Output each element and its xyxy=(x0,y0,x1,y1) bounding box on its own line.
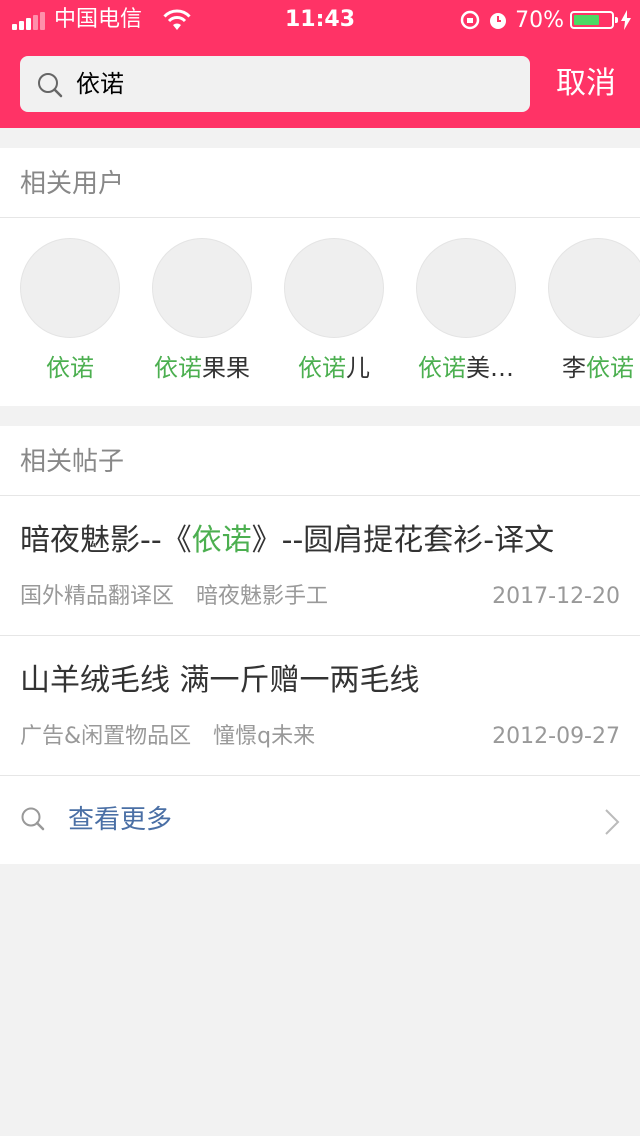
search-icon xyxy=(38,73,63,98)
post-date: 2017-12-20 xyxy=(492,584,620,609)
related-posts-section: 相关帖子 暗夜魅影--《依诺》--圆肩提花套衫-译文 国外精品翻译区 暗夜魅影手工… xyxy=(0,426,640,864)
user-item[interactable]: 依诺儿 xyxy=(264,238,404,384)
related-posts-title: 相关帖子 xyxy=(0,426,640,496)
post-date: 2012-09-27 xyxy=(492,724,620,749)
orientation-lock-icon xyxy=(460,10,480,30)
search-icon xyxy=(21,807,45,831)
charging-icon xyxy=(621,10,631,30)
view-more-label[interactable]: 查看更多 xyxy=(68,802,172,838)
header-bar: 中国电信 11:43 70% 依诺 取消 xyxy=(0,0,640,128)
status-bar: 中国电信 11:43 70% xyxy=(0,0,640,40)
user-name[interactable]: 依诺儿 xyxy=(264,352,404,384)
user-item[interactable]: 李依诺 xyxy=(528,238,640,384)
post-title[interactable]: 山羊绒毛线 满一斤赠一两毛线 xyxy=(20,660,420,702)
post-item[interactable]: 暗夜魅影--《依诺》--圆肩提花套衫-译文 国外精品翻译区 暗夜魅影手工 2017… xyxy=(0,496,640,636)
related-users-title: 相关用户 xyxy=(0,148,640,218)
view-more-button[interactable]: 查看更多 xyxy=(0,776,640,864)
post-meta: 国外精品翻译区 暗夜魅影手工 xyxy=(20,582,328,612)
post-item[interactable]: 山羊绒毛线 满一斤赠一两毛线 广告&闲置物品区 憧憬q未来 2012-09-27 xyxy=(0,636,640,776)
search-input[interactable]: 依诺 xyxy=(20,56,530,112)
alarm-icon xyxy=(490,13,507,29)
post-meta: 广告&闲置物品区 憧憬q未来 xyxy=(20,722,315,752)
battery-fill xyxy=(574,15,600,25)
related-users-section: 相关用户 依诺 依诺果果 依诺儿 依诺美… 李依诺 xyxy=(0,148,640,406)
user-name[interactable]: 依诺果果 xyxy=(132,352,272,384)
status-right: 70% xyxy=(459,6,632,34)
avatar[interactable] xyxy=(548,238,640,338)
post-author: 憧憬q未来 xyxy=(213,724,316,749)
user-item[interactable]: 依诺美… xyxy=(396,238,536,384)
avatar[interactable] xyxy=(284,238,384,338)
chevron-right-icon xyxy=(605,809,620,835)
post-author: 暗夜魅影手工 xyxy=(196,584,329,609)
search-query[interactable]: 依诺 xyxy=(76,68,124,100)
cancel-button[interactable]: 取消 xyxy=(556,64,616,104)
users-carousel[interactable]: 依诺 依诺果果 依诺儿 依诺美… 李依诺 xyxy=(0,218,640,406)
avatar[interactable] xyxy=(152,238,252,338)
user-item[interactable]: 依诺 xyxy=(0,238,140,384)
battery-icon xyxy=(570,11,618,29)
user-item[interactable]: 依诺果果 xyxy=(132,238,272,384)
battery-percent: 70% xyxy=(515,7,564,33)
user-name[interactable]: 李依诺 xyxy=(528,352,640,384)
avatar[interactable] xyxy=(20,238,120,338)
avatar[interactable] xyxy=(416,238,516,338)
post-forum: 国外精品翻译区 xyxy=(20,584,175,609)
user-name[interactable]: 依诺美… xyxy=(396,352,536,384)
post-title[interactable]: 暗夜魅影--《依诺》--圆肩提花套衫-译文 xyxy=(20,520,554,562)
user-name[interactable]: 依诺 xyxy=(0,352,140,384)
post-forum: 广告&闲置物品区 xyxy=(20,724,192,749)
